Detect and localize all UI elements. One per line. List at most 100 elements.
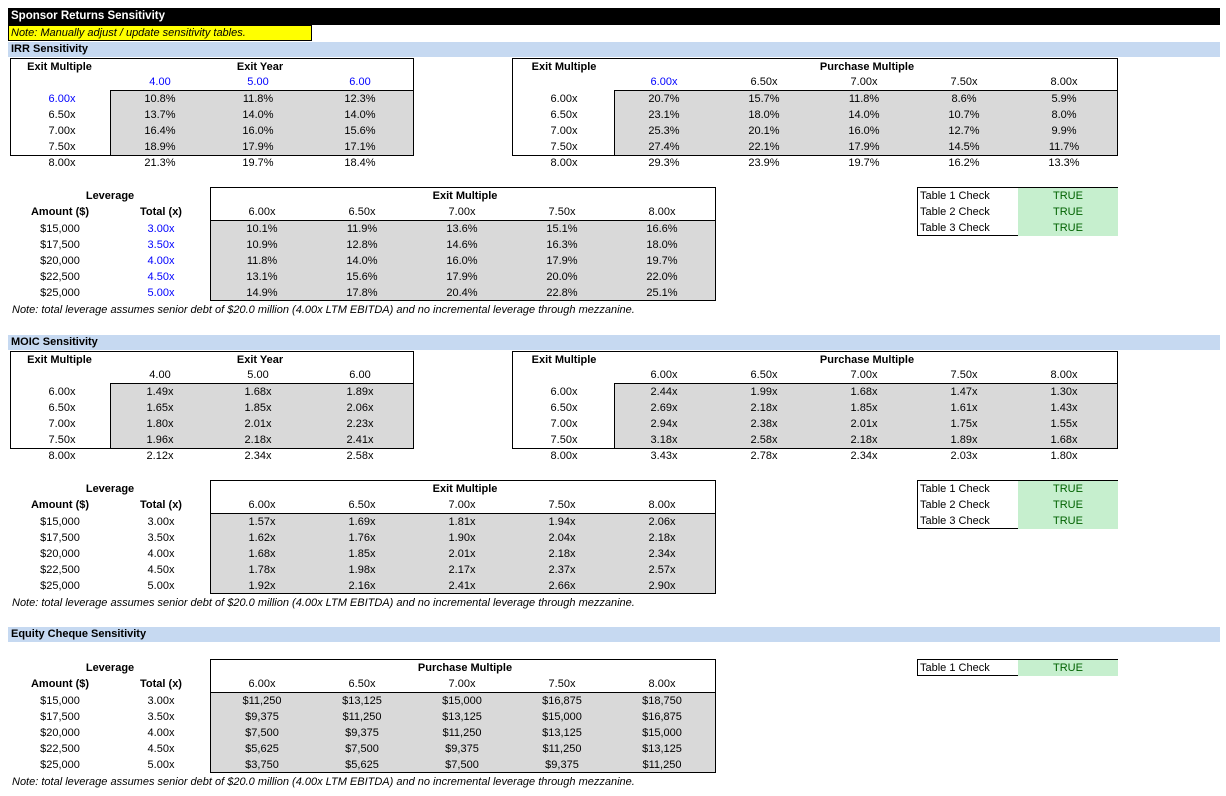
col-header[interactable]: 7.00x (814, 74, 914, 90)
table-cell[interactable]: 1.89x (914, 432, 1014, 448)
table-cell[interactable]: 12.3% (315, 91, 405, 107)
table-cell[interactable]: 18.0% (714, 107, 814, 123)
row-header[interactable]: 7.50x (514, 432, 614, 448)
col-header[interactable]: 8.00x (1014, 74, 1114, 90)
leverage-total[interactable]: 4.00x (118, 546, 204, 562)
row-header[interactable]: 7.50x (514, 139, 614, 155)
table-cell[interactable]: 17.9% (512, 253, 612, 269)
check-value[interactable]: TRUE (1018, 220, 1118, 236)
table-cell[interactable]: 25.3% (614, 123, 714, 139)
table-cell[interactable]: 14.0% (213, 107, 303, 123)
table-cell[interactable]: 2.57x (612, 562, 712, 578)
table-cell[interactable]: 2.58x (315, 448, 405, 464)
col-header[interactable]: 8.00x (612, 204, 712, 220)
col-header[interactable]: 5.00 (213, 74, 303, 90)
table-cell[interactable]: 10.9% (212, 237, 312, 253)
table-cell[interactable]: 13.7% (115, 107, 205, 123)
table-cell[interactable]: 2.34x (612, 546, 712, 562)
row-header[interactable]: 7.50x (18, 432, 106, 448)
table-cell[interactable]: 18.4% (315, 155, 405, 171)
col-header[interactable]: 6.00x (212, 676, 312, 692)
row-header[interactable]: 6.00x (514, 91, 614, 107)
table-cell[interactable]: 1.68x (1014, 432, 1114, 448)
row-header[interactable]: 6.00x (18, 384, 106, 400)
table-cell[interactable]: 29.3% (614, 155, 714, 171)
leverage-amount[interactable]: $25,000 (20, 757, 100, 773)
leverage-amount[interactable]: $22,500 (20, 562, 100, 578)
row-header[interactable]: 6.50x (18, 107, 106, 123)
col-header[interactable]: 6.00 (315, 367, 405, 383)
col-header[interactable]: 4.00 (115, 367, 205, 383)
col-header[interactable]: 4.00 (115, 74, 205, 90)
check-value[interactable]: TRUE (1018, 481, 1118, 497)
table-cell[interactable]: 1.49x (115, 384, 205, 400)
table-cell[interactable]: 1.61x (914, 400, 1014, 416)
table-cell[interactable]: 1.98x (312, 562, 412, 578)
table-cell[interactable]: $11,250 (312, 709, 412, 725)
table-cell[interactable]: $13,125 (412, 709, 512, 725)
table-cell[interactable]: 2.34x (213, 448, 303, 464)
leverage-total[interactable]: 3.50x (118, 530, 204, 546)
row-header[interactable]: 6.50x (18, 400, 106, 416)
col-header[interactable]: 6.00x (614, 74, 714, 90)
table-cell[interactable]: 17.9% (412, 269, 512, 285)
table-cell[interactable]: 20.1% (714, 123, 814, 139)
table-cell[interactable]: 21.3% (115, 155, 205, 171)
table-cell[interactable]: 13.6% (412, 221, 512, 237)
table-cell[interactable]: 3.43x (614, 448, 714, 464)
leverage-amount[interactable]: $15,000 (20, 693, 100, 709)
table-cell[interactable]: 18.0% (612, 237, 712, 253)
table-cell[interactable]: 1.80x (115, 416, 205, 432)
table-cell[interactable]: 17.1% (315, 139, 405, 155)
table-cell[interactable]: 17.8% (312, 285, 412, 301)
table-cell[interactable]: $11,250 (612, 757, 712, 773)
table-cell[interactable]: 2.01x (814, 416, 914, 432)
table-cell[interactable]: 1.94x (512, 514, 612, 530)
table-cell[interactable]: 15.7% (714, 91, 814, 107)
leverage-total[interactable]: 4.50x (118, 741, 204, 757)
row-header[interactable]: 6.50x (514, 107, 614, 123)
col-header[interactable]: 6.50x (312, 204, 412, 220)
col-header[interactable]: 6.50x (714, 74, 814, 90)
table-cell[interactable]: 2.18x (814, 432, 914, 448)
leverage-amount[interactable]: $20,000 (20, 725, 100, 741)
leverage-total[interactable]: 4.00x (118, 725, 204, 741)
table-cell[interactable]: 11.8% (213, 91, 303, 107)
table-cell[interactable]: $7,500 (412, 757, 512, 773)
table-cell[interactable]: 16.0% (814, 123, 914, 139)
row-header[interactable]: 7.50x (18, 139, 106, 155)
table-cell[interactable]: 15.6% (315, 123, 405, 139)
table-cell[interactable]: 1.96x (115, 432, 205, 448)
leverage-amount[interactable]: $25,000 (20, 285, 100, 301)
table-cell[interactable]: $18,750 (612, 693, 712, 709)
col-header[interactable]: 7.50x (914, 367, 1014, 383)
table-cell[interactable]: 16.0% (412, 253, 512, 269)
table-cell[interactable]: 2.41x (315, 432, 405, 448)
table-cell[interactable]: 2.18x (213, 432, 303, 448)
table-cell[interactable]: $13,125 (312, 693, 412, 709)
col-header[interactable]: 6.00 (315, 74, 405, 90)
table-cell[interactable]: $15,000 (412, 693, 512, 709)
table-cell[interactable]: 10.1% (212, 221, 312, 237)
table-cell[interactable]: $16,875 (612, 709, 712, 725)
row-header[interactable]: 7.00x (18, 416, 106, 432)
table-cell[interactable]: 1.43x (1014, 400, 1114, 416)
table-cell[interactable]: 20.4% (412, 285, 512, 301)
table-cell[interactable]: 17.9% (814, 139, 914, 155)
table-cell[interactable]: 2.69x (614, 400, 714, 416)
row-header[interactable]: 7.00x (514, 416, 614, 432)
table-cell[interactable]: 15.1% (512, 221, 612, 237)
table-cell[interactable]: $7,500 (212, 725, 312, 741)
col-header[interactable]: 6.50x (312, 676, 412, 692)
table-cell[interactable]: 2.18x (714, 400, 814, 416)
table-cell[interactable]: 2.23x (315, 416, 405, 432)
table-cell[interactable]: 19.7% (814, 155, 914, 171)
table-cell[interactable]: 16.2% (914, 155, 1014, 171)
table-cell[interactable]: 16.4% (115, 123, 205, 139)
table-cell[interactable]: 19.7% (213, 155, 303, 171)
table-cell[interactable]: 13.1% (212, 269, 312, 285)
table-cell[interactable]: 1.65x (115, 400, 205, 416)
table-cell[interactable]: 16.0% (213, 123, 303, 139)
leverage-amount[interactable]: $25,000 (20, 578, 100, 594)
table-cell[interactable]: 11.7% (1014, 139, 1114, 155)
